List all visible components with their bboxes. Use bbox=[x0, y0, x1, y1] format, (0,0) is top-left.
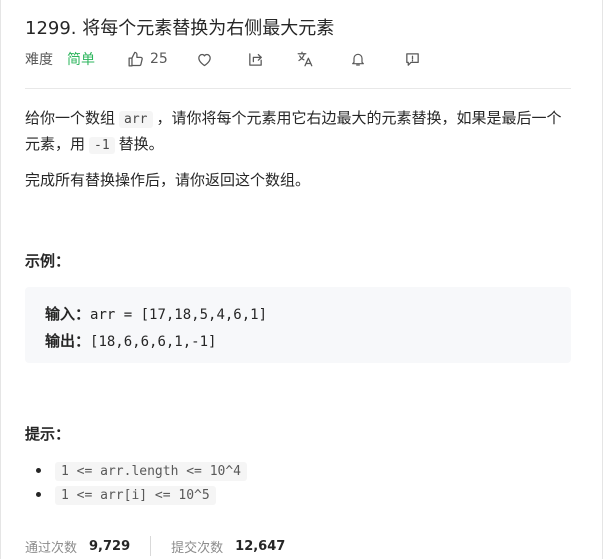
example-input-line: 输入：arr = [17,18,5,4,6,1] bbox=[45, 301, 551, 328]
inline-code-minus-one: -1 bbox=[89, 137, 115, 154]
accepted-label: 通过次数 bbox=[25, 540, 78, 556]
hints-heading: 提示： bbox=[25, 425, 71, 443]
description-text: 给你一个数组 bbox=[25, 109, 116, 127]
like-count: 25 bbox=[150, 51, 168, 67]
example-input-label: 输入： bbox=[45, 305, 91, 323]
problem-title: 1299. 将每个元素替换为右侧最大元素 bbox=[25, 18, 335, 39]
thumbs-up-icon bbox=[127, 51, 144, 68]
share-button[interactable] bbox=[247, 51, 264, 68]
example-output-value: [18,6,6,6,1,-1] bbox=[90, 334, 217, 350]
share-icon bbox=[247, 51, 264, 68]
description-text: 替换。 bbox=[118, 135, 164, 153]
submitted-value: 12,647 bbox=[235, 538, 286, 554]
submitted-label: 提交次数 bbox=[171, 540, 224, 556]
list-item: 1 <= arr.length <= 10^4 bbox=[25, 458, 248, 482]
translate-icon bbox=[296, 50, 314, 68]
description-paragraph-2: 完成所有替换操作后，请你返回这个数组。 bbox=[25, 171, 311, 189]
example-heading: 示例： bbox=[25, 252, 71, 270]
problem-description: 给你一个数组 arr ，请你将每个元素用它右边最大的元素替换，如果是最后一个元素，用… bbox=[25, 106, 571, 192]
hint-constraint-value: 1 <= arr[i] <= 10^5 bbox=[55, 486, 216, 505]
feedback-button[interactable] bbox=[404, 51, 421, 68]
difficulty-label: 难度 bbox=[25, 52, 53, 68]
bell-icon bbox=[350, 51, 366, 67]
feedback-icon bbox=[404, 51, 421, 68]
example-output-label: 输出： bbox=[45, 332, 91, 350]
problem-meta-bar: 难度 简单 25 bbox=[25, 48, 421, 70]
problem-page: 1299. 将每个元素替换为右侧最大元素 难度 简单 25 给你一个数组 arr… bbox=[0, 0, 603, 559]
stats-divider bbox=[150, 536, 152, 556]
list-item: 1 <= arr[i] <= 10^5 bbox=[25, 482, 247, 506]
header-divider bbox=[25, 88, 571, 89]
favorite-button[interactable] bbox=[196, 51, 213, 68]
notify-button[interactable] bbox=[350, 51, 366, 67]
heart-icon bbox=[196, 51, 213, 68]
hint-constraint-length: 1 <= arr.length <= 10^4 bbox=[55, 462, 248, 481]
inline-code-arr: arr bbox=[119, 111, 153, 128]
accepted-value: 9,729 bbox=[89, 538, 131, 554]
submission-stats: 通过次数 9,729 提交次数 12,647 bbox=[25, 536, 285, 556]
example-input-value: arr = [17,18,5,4,6,1] bbox=[90, 307, 268, 323]
hints-list: 1 <= arr.length <= 10^4 1 <= arr[i] <= 1… bbox=[25, 458, 248, 506]
description-paragraph-1: 给你一个数组 arr ，请你将每个元素用它右边最大的元素替换，如果是最后一个元素，用… bbox=[25, 106, 571, 158]
example-block: 输入：arr = [17,18,5,4,6,1] 输出：[18,6,6,6,1,… bbox=[25, 287, 571, 363]
example-output-line: 输出：[18,6,6,6,1,-1] bbox=[45, 328, 551, 355]
translate-button[interactable] bbox=[296, 50, 314, 68]
difficulty-value: 简单 bbox=[67, 52, 95, 68]
like-button[interactable]: 25 bbox=[127, 51, 168, 68]
